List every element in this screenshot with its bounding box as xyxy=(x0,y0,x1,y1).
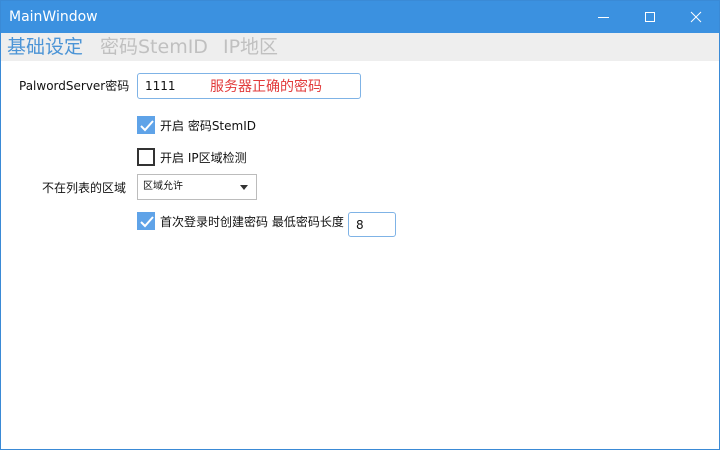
password-hint-text: 服务器正确的密码 xyxy=(210,79,322,95)
tab-bar: 基础设定 密码StemID IP地区 xyxy=(1,33,719,61)
maximize-icon xyxy=(645,12,655,22)
enable-stemid-label: 开启 密码StemID xyxy=(160,119,256,133)
min-password-length-input[interactable] xyxy=(348,212,396,237)
server-password-label: PalwordServer密码 xyxy=(19,79,130,93)
close-icon xyxy=(690,11,702,23)
maximize-button[interactable] xyxy=(627,1,673,33)
checkmark-icon xyxy=(140,216,154,228)
region-label: 不在列表的区域 xyxy=(42,181,127,195)
chevron-down-icon xyxy=(240,185,248,190)
enable-ip-detect-label: 开启 IP区域检测 xyxy=(160,151,247,165)
window-title: MainWindow xyxy=(9,9,98,25)
minimize-icon xyxy=(598,17,609,18)
minimize-button[interactable] xyxy=(581,1,627,33)
main-window: MainWindow 基础设定 密码StemID IP地区 PalwordSer… xyxy=(0,0,720,450)
tab-ip-region[interactable]: IP地区 xyxy=(223,35,278,59)
tab-basic-settings[interactable]: 基础设定 xyxy=(7,35,83,59)
checkmark-icon xyxy=(140,120,154,132)
first-login-label: 首次登录时创建密码 最低密码长度 xyxy=(160,215,344,229)
enable-stemid-checkbox[interactable] xyxy=(137,116,155,134)
tab-password-stemid[interactable]: 密码StemID xyxy=(100,35,208,59)
title-bar[interactable]: MainWindow xyxy=(1,1,719,33)
region-select-value: 区域允许 xyxy=(143,181,183,192)
first-login-checkbox[interactable] xyxy=(137,212,155,230)
region-select[interactable]: 区域允许 xyxy=(137,174,257,200)
close-button[interactable] xyxy=(673,1,719,33)
enable-ip-detect-checkbox[interactable] xyxy=(137,148,155,166)
